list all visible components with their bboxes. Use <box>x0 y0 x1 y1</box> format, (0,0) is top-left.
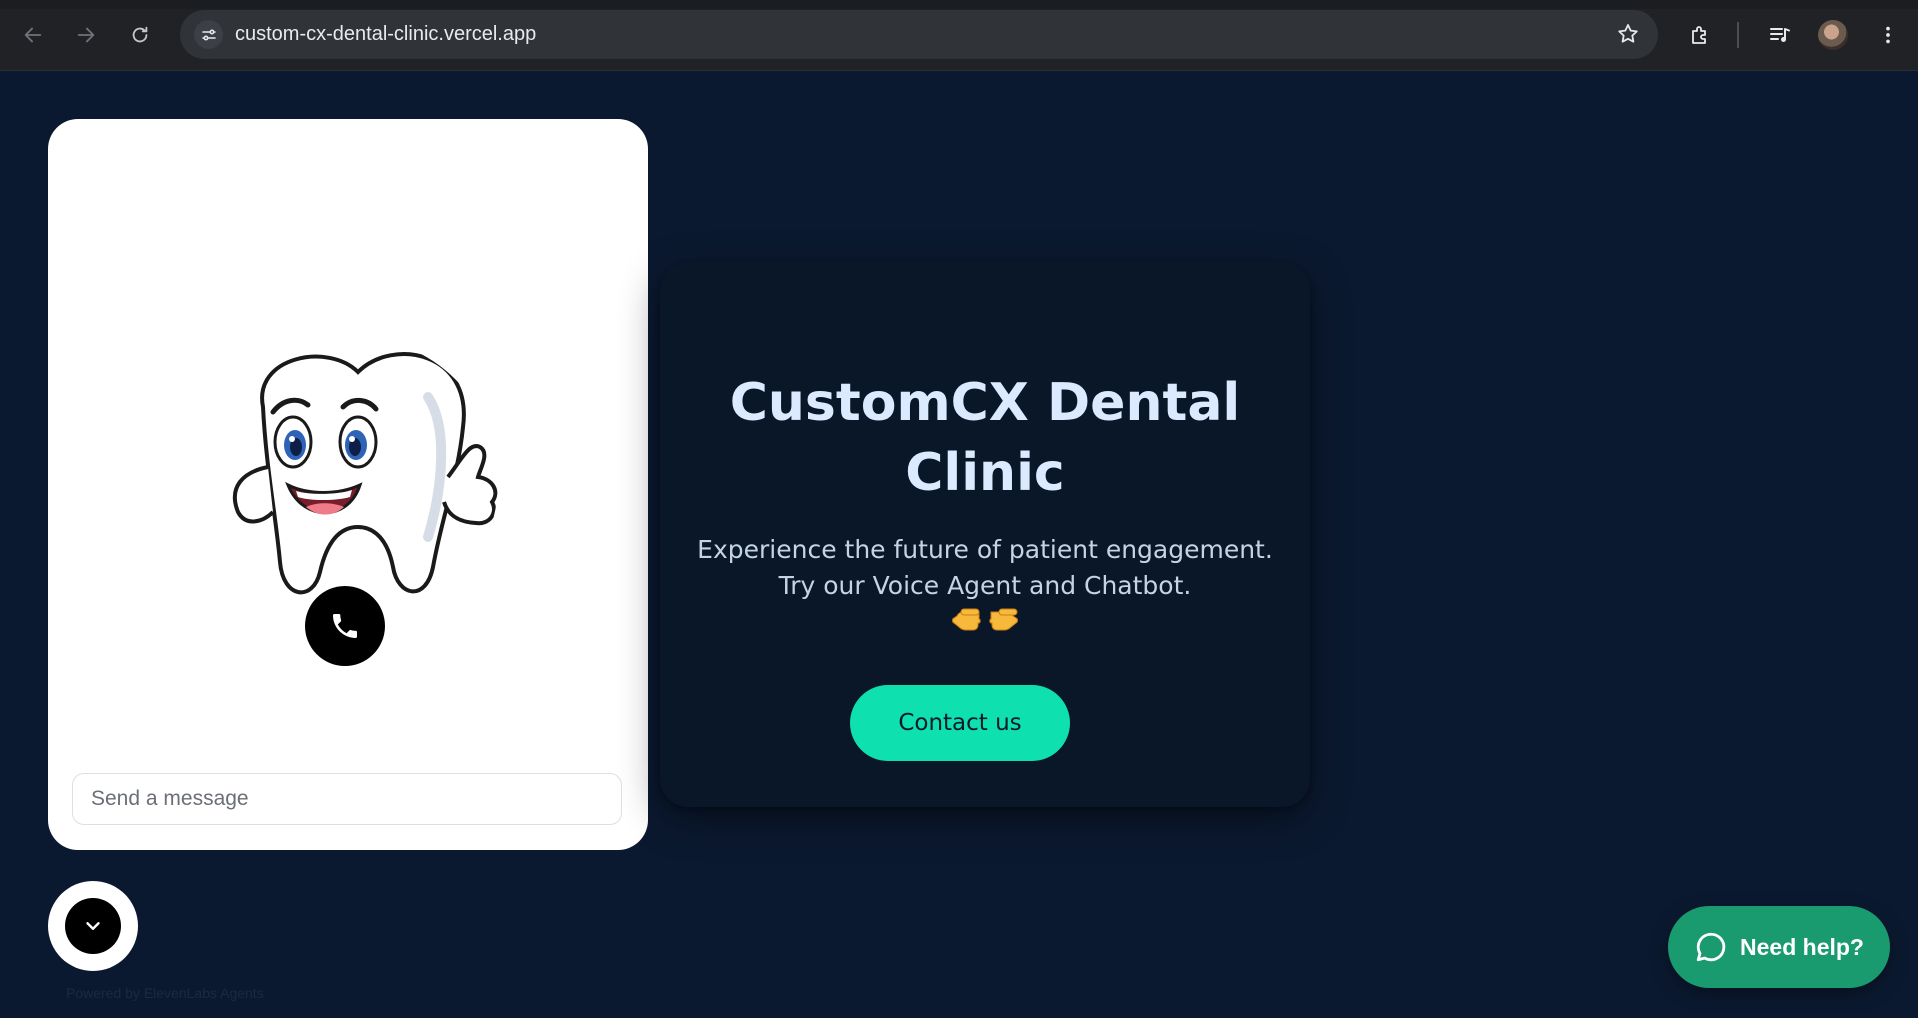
need-help-label: Need help? <box>1740 933 1864 960</box>
extensions-button[interactable] <box>1682 17 1718 53</box>
subtitle-line-1: Experience the future of patient engagem… <box>697 535 1273 564</box>
forward-button[interactable] <box>68 17 104 53</box>
pointing-hands <box>660 606 1310 632</box>
subtitle-line-2: Try our Voice Agent and Chatbot. <box>778 571 1192 600</box>
message-input[interactable] <box>72 773 622 825</box>
hero-card: CustomCX Dental Clinic Experience the fu… <box>660 262 1310 807</box>
back-button[interactable] <box>15 17 51 53</box>
address-bar[interactable]: custom-cx-dental-clinic.vercel.app <box>180 10 1658 59</box>
toolbar-divider <box>1737 22 1739 48</box>
url-text: custom-cx-dental-clinic.vercel.app <box>235 23 537 45</box>
phone-icon <box>333 614 357 638</box>
tab-strip <box>0 0 1918 9</box>
chevron-down-icon <box>86 922 100 930</box>
hand-pointing-left-icon <box>952 608 981 631</box>
kebab-menu-icon <box>1886 26 1890 44</box>
reload-icon <box>132 26 148 43</box>
browser-toolbar: custom-cx-dental-clinic.vercel.app <box>0 0 1918 71</box>
playlist-music-icon <box>1770 28 1790 42</box>
media-control-button[interactable] <box>1762 17 1798 53</box>
page-title: CustomCX Dental Clinic <box>729 373 1241 503</box>
reload-button[interactable] <box>122 17 158 53</box>
call-button-inner <box>305 586 385 666</box>
powered-by-text[interactable]: Powered by ElevenLabs Agents <box>66 985 264 1001</box>
chat-bubble-icon <box>1696 932 1726 962</box>
toggle-button-inner <box>65 898 121 954</box>
start-call-button[interactable] <box>300 581 390 671</box>
site-info-icon[interactable] <box>194 20 223 49</box>
voice-agent-widget <box>48 119 648 850</box>
puzzle-icon <box>1692 26 1706 44</box>
hero-subtitle: Experience the future of patient engagem… <box>660 532 1310 604</box>
profile-avatar[interactable] <box>1818 20 1848 50</box>
arrow-left-icon <box>24 27 42 43</box>
hand-pointing-right-icon <box>989 608 1018 631</box>
bookmark-star-icon[interactable] <box>1616 22 1640 50</box>
need-help-button[interactable]: Need help? <box>1668 906 1890 988</box>
widget-toggle-button[interactable] <box>48 881 138 971</box>
arrow-right-icon <box>77 27 95 43</box>
contact-us-button[interactable]: Contact us <box>850 685 1070 761</box>
browser-menu-button[interactable] <box>1870 17 1906 53</box>
